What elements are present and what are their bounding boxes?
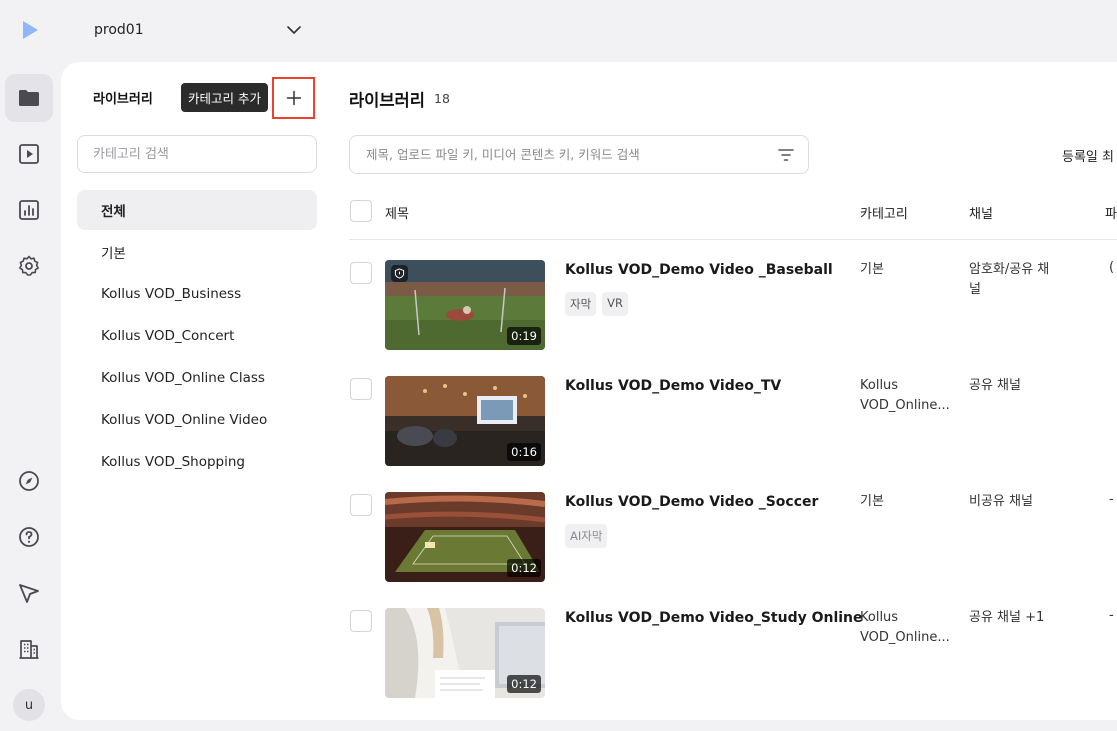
nav-send[interactable] — [5, 569, 53, 617]
category-panel-title: 라이브러리 — [93, 92, 153, 107]
nav-explore[interactable] — [5, 457, 53, 505]
category-item-default[interactable]: 기본 — [77, 232, 317, 272]
video-thumbnail[interactable]: 0:19 — [385, 260, 545, 350]
category-search-input[interactable] — [77, 135, 317, 173]
category-panel: 라이브러리 카테고리 추가 전체 기본 Kollus VOD_Business … — [61, 62, 333, 720]
category-list: 전체 기본 Kollus VOD_Business Kollus VOD_Con… — [77, 190, 317, 484]
filter-icon[interactable] — [777, 146, 795, 164]
table-row[interactable]: 0:19 Kollus VOD_Demo Video _Baseball 자막 … — [349, 240, 1117, 356]
gear-icon — [19, 255, 39, 276]
table-header: 제목 카테고리 채널 파 — [349, 190, 1117, 240]
category-item-concert[interactable]: Kollus VOD_Concert — [77, 316, 317, 356]
column-channel[interactable]: 채널 — [969, 203, 993, 222]
plus-icon — [286, 90, 301, 106]
add-category-button[interactable] — [272, 77, 315, 119]
logo-play-icon[interactable] — [20, 20, 40, 40]
avatar[interactable]: u — [13, 689, 45, 721]
category-item-business[interactable]: Kollus VOD_Business — [77, 274, 317, 314]
top-bar: prod01 — [0, 0, 1117, 62]
column-extra[interactable]: 파 — [1105, 203, 1117, 222]
tag-badge: VR — [602, 292, 629, 316]
library-search-input[interactable] — [350, 136, 760, 173]
select-all-checkbox[interactable] — [350, 200, 372, 222]
tag-badge: 자막 — [565, 292, 597, 316]
main-panel: 라이브러리 카테고리 추가 전체 기본 Kollus VOD_Business … — [61, 62, 1117, 720]
row-checkbox[interactable] — [350, 262, 372, 284]
video-extra: ( — [1109, 260, 1115, 275]
drm-shield-icon — [391, 265, 408, 282]
video-title[interactable]: Kollus VOD_Demo Video_TV — [565, 378, 781, 394]
nav-library[interactable] — [5, 74, 53, 122]
play-icon — [19, 144, 39, 164]
library-count: 18 — [434, 91, 450, 106]
send-icon — [19, 584, 39, 603]
page-title: 라이브러리 — [349, 91, 425, 110]
column-title[interactable]: 제목 — [385, 203, 409, 222]
add-category-tooltip: 카테고리 추가 — [181, 83, 268, 112]
video-extra: - — [1109, 492, 1114, 507]
row-checkbox[interactable] — [350, 494, 372, 516]
folder-icon — [19, 90, 39, 106]
video-title[interactable]: Kollus VOD_Demo Video_Study Online — [565, 610, 863, 626]
row-checkbox[interactable] — [350, 610, 372, 632]
nav-help[interactable] — [5, 513, 53, 561]
video-channel: 비공유 채널 — [969, 494, 1033, 509]
category-item-online-video[interactable]: Kollus VOD_Online Video — [77, 400, 317, 440]
video-extra: - — [1109, 608, 1114, 623]
video-category: 기본 — [860, 262, 884, 277]
video-category: Kollus VOD_Online... — [860, 610, 950, 645]
nav-statistics[interactable] — [5, 186, 53, 234]
library-search — [349, 135, 809, 174]
nav-player[interactable] — [5, 130, 53, 178]
category-item-all[interactable]: 전체 — [77, 190, 317, 230]
compass-icon — [19, 471, 39, 491]
video-category: Kollus VOD_Online... — [860, 378, 950, 413]
nav-settings[interactable] — [5, 242, 53, 290]
category-item-shopping[interactable]: Kollus VOD_Shopping — [77, 442, 317, 482]
video-duration: 0:12 — [507, 559, 541, 577]
video-duration: 0:16 — [507, 443, 541, 461]
category-item-online-class[interactable]: Kollus VOD_Online Class — [77, 358, 317, 398]
video-duration: 0:19 — [507, 327, 541, 345]
video-thumbnail[interactable]: 0:16 — [385, 376, 545, 466]
help-icon — [19, 527, 39, 547]
column-category[interactable]: 카테고리 — [860, 203, 908, 222]
chevron-down-icon[interactable] — [284, 20, 304, 40]
table-row[interactable]: 0:16 Kollus VOD_Demo Video_TV Kollus VOD… — [349, 356, 1117, 472]
video-channel: 암호화/공유 채널 — [969, 262, 1050, 297]
row-checkbox[interactable] — [350, 378, 372, 400]
chart-icon — [19, 200, 39, 220]
video-category: 기본 — [860, 494, 884, 509]
video-title[interactable]: Kollus VOD_Demo Video _Baseball — [565, 262, 833, 278]
video-duration: 0:12 — [507, 675, 541, 693]
table-row[interactable]: 0:12 Kollus VOD_Demo Video _Soccer AI자막 … — [349, 472, 1117, 588]
workspace-name: prod01 — [94, 22, 144, 38]
building-icon — [19, 640, 39, 659]
table-row[interactable]: 0:12 Kollus VOD_Demo Video_Study Online … — [349, 588, 1117, 704]
video-thumbnail[interactable]: 0:12 — [385, 492, 545, 582]
video-channel: 공유 채널 — [969, 378, 1021, 393]
nav-rail — [0, 62, 60, 731]
workspace-selector[interactable]: prod01 — [94, 18, 144, 42]
video-thumbnail[interactable]: 0:12 — [385, 608, 545, 698]
video-tags: 자막 VR — [565, 292, 629, 316]
avatar-letter: u — [24, 697, 34, 713]
video-tags: AI자막 — [565, 524, 608, 548]
nav-organization[interactable] — [5, 625, 53, 673]
video-channel: 공유 채널 +1 — [969, 610, 1045, 625]
tag-badge: AI자막 — [565, 524, 608, 548]
video-title[interactable]: Kollus VOD_Demo Video _Soccer — [565, 494, 818, 510]
sort-dropdown[interactable]: 등록일 최 — [1062, 146, 1114, 165]
